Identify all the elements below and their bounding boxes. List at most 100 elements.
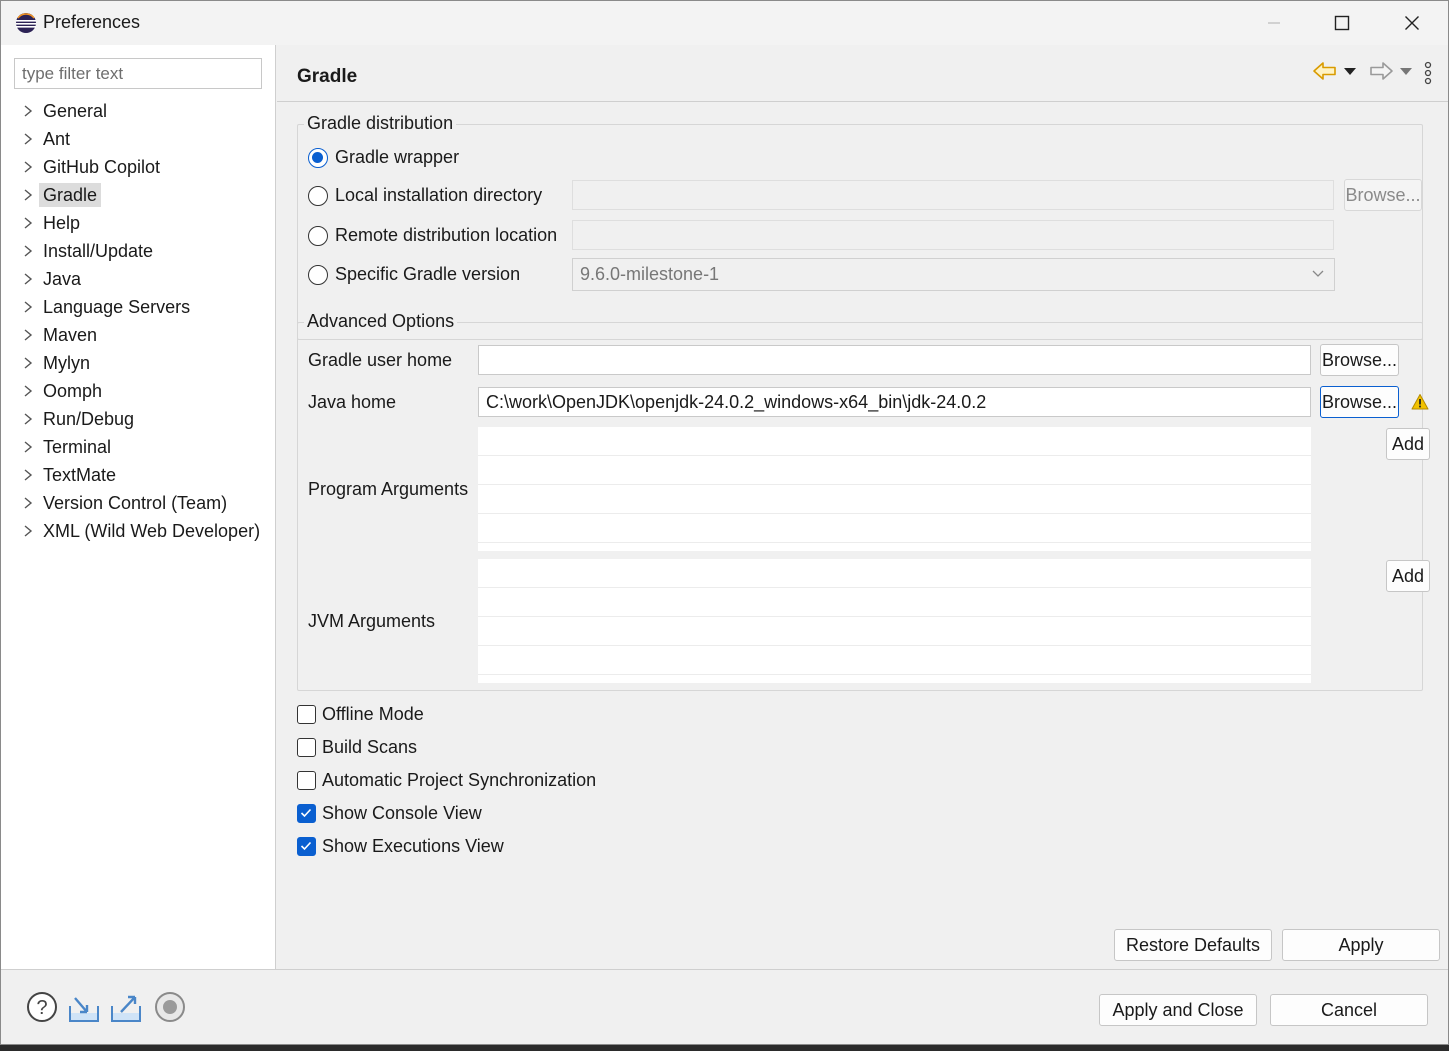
forward-arrow-icon[interactable] [1368, 60, 1394, 82]
radio-indicator[interactable] [308, 264, 328, 285]
checkmark-icon [300, 808, 312, 818]
remote-distribution-radio[interactable]: Remote distribution location [308, 225, 557, 246]
chevron-right-icon[interactable] [21, 243, 35, 259]
remote-distribution-field[interactable] [572, 220, 1334, 250]
chevron-right-icon[interactable] [21, 131, 35, 147]
gradle-user-home-field[interactable] [478, 345, 1311, 375]
tree-item-mylyn[interactable]: Mylyn [1, 349, 276, 377]
warning-icon [1411, 394, 1429, 410]
offline-mode-checkbox[interactable]: Offline Mode [297, 704, 424, 725]
maximize-button[interactable] [1307, 1, 1377, 45]
chevron-right-icon[interactable] [21, 327, 35, 343]
tree-item-help[interactable]: Help [1, 209, 276, 237]
list-row-divider [478, 484, 1311, 485]
gradle-version-select[interactable]: 9.6.0-milestone-1 [572, 258, 1335, 291]
tree-item-language-servers[interactable]: Language Servers [1, 293, 276, 321]
chevron-right-icon[interactable] [21, 439, 35, 455]
forward-history-dropdown-icon[interactable] [1400, 68, 1412, 76]
tree-item-oomph[interactable]: Oomph [1, 377, 276, 405]
radio-label: Specific Gradle version [335, 264, 521, 284]
cancel-button[interactable]: Cancel [1270, 994, 1428, 1026]
checkbox-indicator[interactable] [297, 705, 316, 724]
chevron-right-icon[interactable] [21, 103, 35, 119]
import-icon[interactable] [67, 990, 101, 1024]
chevron-right-icon[interactable] [21, 215, 35, 231]
radio-indicator[interactable] [308, 225, 328, 246]
chevron-right-icon[interactable] [21, 383, 35, 399]
tree-item-textmate[interactable]: TextMate [1, 461, 276, 489]
chevron-right-icon[interactable] [21, 411, 35, 427]
filter-input[interactable] [14, 58, 262, 89]
export-icon[interactable] [109, 990, 143, 1024]
checkbox-indicator[interactable] [297, 804, 316, 823]
tree-item-xml-wild-web-developer[interactable]: XML (Wild Web Developer) [1, 517, 276, 545]
checkbox-indicator[interactable] [297, 738, 316, 757]
list-row-divider [478, 542, 1311, 543]
chevron-right-icon[interactable] [21, 495, 35, 511]
gradle-wrapper-radio[interactable]: Gradle wrapper [308, 147, 459, 168]
record-icon[interactable] [153, 990, 187, 1024]
jvm-arguments-add-button[interactable]: Add [1386, 560, 1430, 592]
tree-item-terminal[interactable]: Terminal [1, 433, 276, 461]
program-arguments-add-button[interactable]: Add [1386, 428, 1430, 460]
more-vertical-icon[interactable] [1424, 61, 1432, 85]
chevron-right-icon[interactable] [21, 271, 35, 287]
restore-defaults-button[interactable]: Restore Defaults [1114, 929, 1272, 961]
java-home-field[interactable]: C:\work\OpenJDK\openjdk-24.0.2_windows-x… [478, 387, 1311, 417]
chevron-right-icon[interactable] [21, 467, 35, 483]
minimize-button[interactable] [1239, 1, 1309, 45]
radio-indicator[interactable] [308, 185, 328, 206]
local-installation-radio[interactable]: Local installation directory [308, 185, 542, 206]
tree-item-install-update[interactable]: Install/Update [1, 237, 276, 265]
tree-item-label: Java [43, 269, 82, 289]
list-row-divider [478, 587, 1311, 588]
local-browse-button[interactable]: Browse... [1344, 179, 1422, 211]
tree-item-label: Mylyn [43, 353, 91, 373]
checkbox-indicator[interactable] [297, 837, 316, 856]
chevron-right-icon[interactable] [21, 159, 35, 175]
list-row-divider [478, 455, 1311, 456]
tree-item-version-control[interactable]: Version Control (Team) [1, 489, 276, 517]
local-installation-field[interactable] [572, 180, 1334, 210]
tree-item-maven[interactable]: Maven [1, 321, 276, 349]
advanced-options-group: Advanced Options Gradle user home Browse… [297, 311, 1430, 691]
help-icon[interactable]: ? [25, 990, 59, 1024]
specific-version-radio[interactable]: Specific Gradle version [308, 264, 520, 285]
tree-item-label: Ant [43, 129, 71, 149]
tree-item-label: Run/Debug [43, 409, 135, 429]
title-separator [277, 101, 1448, 102]
checkbox-label: Show Console View [322, 803, 482, 823]
tree-item-java[interactable]: Java [1, 265, 276, 293]
chevron-right-icon[interactable] [21, 523, 35, 539]
title-bar: Preferences [1, 1, 1448, 45]
show-executions-view-checkbox[interactable]: Show Executions View [297, 836, 504, 857]
back-history-dropdown-icon[interactable] [1344, 68, 1356, 76]
automatic-sync-checkbox[interactable]: Automatic Project Synchronization [297, 770, 596, 791]
tree-item-github-copilot[interactable]: GitHub Copilot [1, 153, 276, 181]
close-button[interactable] [1377, 1, 1447, 45]
preference-tree: General Ant GitHub Copilot Gradle Help I… [1, 97, 276, 545]
back-arrow-icon[interactable] [1312, 60, 1338, 82]
tree-item-label: Language Servers [43, 297, 191, 317]
radio-indicator[interactable] [308, 147, 328, 168]
checkbox-indicator[interactable] [297, 771, 316, 790]
chevron-right-icon[interactable] [21, 299, 35, 315]
build-scans-checkbox[interactable]: Build Scans [297, 737, 417, 758]
tree-item-label: Gradle [39, 183, 102, 207]
page-navigation [1298, 60, 1438, 85]
jvm-arguments-list[interactable] [478, 559, 1311, 683]
tree-item-run-debug[interactable]: Run/Debug [1, 405, 276, 433]
program-arguments-list[interactable] [478, 427, 1311, 551]
chevron-right-icon[interactable] [21, 355, 35, 371]
tree-item-label: Maven [43, 325, 98, 345]
chevron-right-icon[interactable] [21, 187, 35, 203]
show-console-view-checkbox[interactable]: Show Console View [297, 803, 482, 824]
apply-button[interactable]: Apply [1282, 929, 1440, 961]
tree-item-gradle[interactable]: Gradle [1, 181, 276, 209]
tree-item-general[interactable]: General [1, 97, 276, 125]
maximize-icon [1334, 15, 1350, 31]
java-home-browse-button[interactable]: Browse... [1320, 386, 1399, 418]
apply-and-close-button[interactable]: Apply and Close [1099, 994, 1257, 1026]
tree-item-ant[interactable]: Ant [1, 125, 276, 153]
user-home-browse-button[interactable]: Browse... [1320, 344, 1399, 376]
